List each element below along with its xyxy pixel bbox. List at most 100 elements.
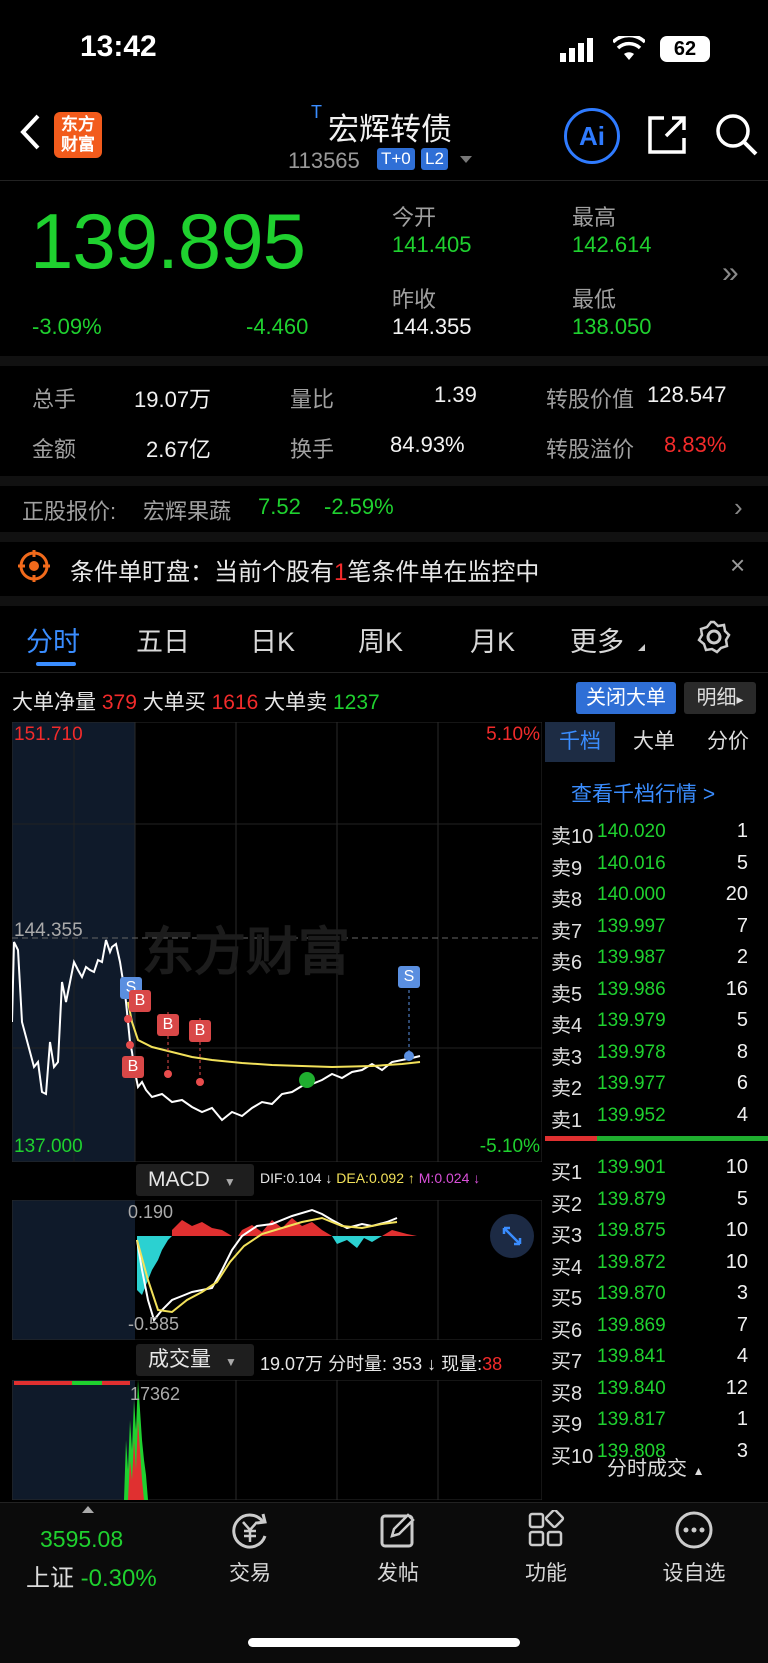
ask-row[interactable]: 卖3 139.978 8 xyxy=(545,1039,760,1070)
close-icon[interactable]: × xyxy=(730,550,745,581)
macd-m: M:0.024 ↓ xyxy=(418,1170,481,1186)
page-title: 宏辉转债 xyxy=(328,112,452,147)
search-icon[interactable] xyxy=(714,112,760,163)
macd-selector[interactable]: MACD ▼ xyxy=(136,1164,254,1196)
trade-marker-buy[interactable]: B xyxy=(189,1020,211,1042)
intraday-chart[interactable]: 151.710 5.10% 144.355 137.000 -5.10% 东方财… xyxy=(11,721,543,1163)
tab-daily-k[interactable]: 日K xyxy=(250,620,295,659)
volume-selector[interactable]: 成交量 ▼ xyxy=(136,1344,254,1376)
caret-up-icon xyxy=(82,1506,94,1513)
bid-row[interactable]: 买3 139.875 10 xyxy=(545,1217,760,1248)
tick-trades-toggle[interactable]: 分时成交 ▲ xyxy=(607,1452,704,1481)
macd-dea: DEA:0.092 ↑ xyxy=(336,1170,415,1186)
nav-watchlist-label: 设自选 xyxy=(662,1562,726,1585)
fullscreen-icon[interactable] xyxy=(490,1214,534,1258)
level-volume: 1 xyxy=(736,820,748,842)
level-price: 140.016 xyxy=(597,852,666,874)
ask-row[interactable]: 卖1 139.952 4 xyxy=(545,1102,760,1133)
ask-row[interactable]: 卖8 140.000 20 xyxy=(545,881,760,912)
nav-post[interactable]: 发帖 xyxy=(348,1510,448,1587)
code-dropdown-icon[interactable] xyxy=(460,156,472,163)
big-net-value: 379 xyxy=(101,691,137,714)
low-label: 最低 xyxy=(572,287,617,312)
ask-row[interactable]: 卖6 139.987 2 xyxy=(545,944,760,975)
share-icon[interactable] xyxy=(646,114,688,161)
ask-row[interactable]: 卖7 139.997 7 xyxy=(545,913,760,944)
bid-row[interactable]: 买5 139.870 3 xyxy=(545,1280,760,1311)
orderbook-tab-depth[interactable]: 千档 xyxy=(545,722,615,762)
badge-l2: L2 xyxy=(421,148,448,170)
amount-value: 2.67亿 xyxy=(146,437,211,462)
app-logo[interactable]: 东方 财富 xyxy=(54,112,102,158)
bid-row[interactable]: 买6 139.869 7 xyxy=(545,1312,760,1343)
level-label: 买7 xyxy=(551,1351,583,1373)
tab-intraday[interactable]: 分时 xyxy=(26,620,80,659)
orderbook-tab-big[interactable]: 大单 xyxy=(619,722,689,762)
big-buy-value: 1616 xyxy=(211,691,259,714)
trade-marker-buy[interactable]: B xyxy=(157,1014,179,1036)
index-name: 上证 xyxy=(26,1565,74,1592)
signal-icon xyxy=(560,38,594,67)
bid-row[interactable]: 买1 139.901 10 xyxy=(545,1154,760,1185)
close-big-orders-button[interactable]: 关闭大单 xyxy=(576,682,676,714)
bid-row[interactable]: 买8 139.840 12 xyxy=(545,1375,760,1406)
macd-dif: DIF:0.104 ↓ xyxy=(260,1170,333,1186)
orderbook-link[interactable]: 查看千档行情 > xyxy=(571,778,715,808)
alert-bar[interactable]: 条件单盯盘：当前个股有1笔条件单在监控中 × xyxy=(0,542,768,594)
level-label: 卖8 xyxy=(551,889,583,911)
back-icon[interactable] xyxy=(18,112,42,157)
tab-five-day[interactable]: 五日 xyxy=(136,620,190,659)
bid-row[interactable]: 买9 139.817 1 xyxy=(545,1406,760,1437)
bid-row[interactable]: 买7 139.841 4 xyxy=(545,1343,760,1374)
underlying-change: -2.59% xyxy=(324,494,394,519)
index-value: 3595.08 xyxy=(40,1526,124,1552)
expand-quote-icon[interactable]: » xyxy=(722,256,739,290)
level-label: 买1 xyxy=(551,1162,583,1184)
ask-row[interactable]: 卖10 140.020 1 xyxy=(545,818,760,849)
ask-row[interactable]: 卖4 139.979 5 xyxy=(545,1007,760,1038)
tab-more[interactable]: 更多 xyxy=(570,620,624,659)
tab-weekly-k[interactable]: 周K xyxy=(358,620,403,659)
settings-icon[interactable] xyxy=(697,620,731,659)
level-price: 139.979 xyxy=(597,1010,666,1031)
ask-row[interactable]: 卖5 139.986 16 xyxy=(545,976,760,1007)
turnover-label: 换手 xyxy=(290,437,335,462)
nav-post-label: 发帖 xyxy=(377,1562,419,1585)
ask-row[interactable]: 卖2 139.977 6 xyxy=(545,1070,760,1101)
nav-watchlist[interactable]: 设自选 xyxy=(644,1510,744,1587)
prev-close-label: 昨收 xyxy=(392,287,437,312)
bid-row[interactable]: 买4 139.872 10 xyxy=(545,1249,760,1280)
level-price: 139.977 xyxy=(597,1073,666,1094)
level-price: 139.841 xyxy=(597,1346,666,1367)
trade-marker-buy[interactable]: B xyxy=(129,990,151,1012)
change-amount: -4.460 xyxy=(246,314,309,339)
volume-label: 总手 xyxy=(32,387,77,412)
yen-icon xyxy=(232,1513,267,1549)
orderbook-tab-price[interactable]: 分价 xyxy=(693,722,763,762)
nav-functions[interactable]: 功能 xyxy=(496,1508,596,1587)
underlying-price: 7.52 xyxy=(258,494,301,519)
level-price: 140.020 xyxy=(597,821,666,842)
level-label: 买6 xyxy=(551,1319,583,1342)
bid-row[interactable]: 买2 139.879 5 xyxy=(545,1186,760,1217)
nav-trade[interactable]: 交易 xyxy=(200,1510,300,1587)
trade-marker-sell[interactable]: S xyxy=(398,966,420,988)
level-label: 买10 xyxy=(551,1445,594,1468)
ai-label: Ai xyxy=(579,121,605,151)
level-volume: 4 xyxy=(736,1345,748,1367)
underlying-row[interactable]: 正股报价: 宏辉果蔬 7.52 -2.59% › xyxy=(0,486,768,530)
volume-now-label: 现量: xyxy=(441,1354,483,1374)
ai-button[interactable]: Ai xyxy=(564,108,620,164)
tab-monthly-k[interactable]: 月K xyxy=(470,620,515,659)
level-volume: 10 xyxy=(725,1250,748,1273)
ask-row[interactable]: 卖9 140.016 5 xyxy=(545,850,760,881)
chart-min-price: 137.000 xyxy=(14,1136,83,1157)
index-widget[interactable]: 3595.08 上证 -0.30% xyxy=(0,1506,180,1606)
macd-max: 0.190 xyxy=(128,1202,174,1222)
more-dropdown-icon xyxy=(638,644,645,651)
trade-marker-buy[interactable]: B xyxy=(122,1056,144,1078)
detail-button[interactable]: 明细▸ xyxy=(684,682,756,714)
grid-icon xyxy=(528,1508,565,1547)
level-label: 买4 xyxy=(551,1256,583,1279)
badge-t0: T+0 xyxy=(377,148,415,170)
